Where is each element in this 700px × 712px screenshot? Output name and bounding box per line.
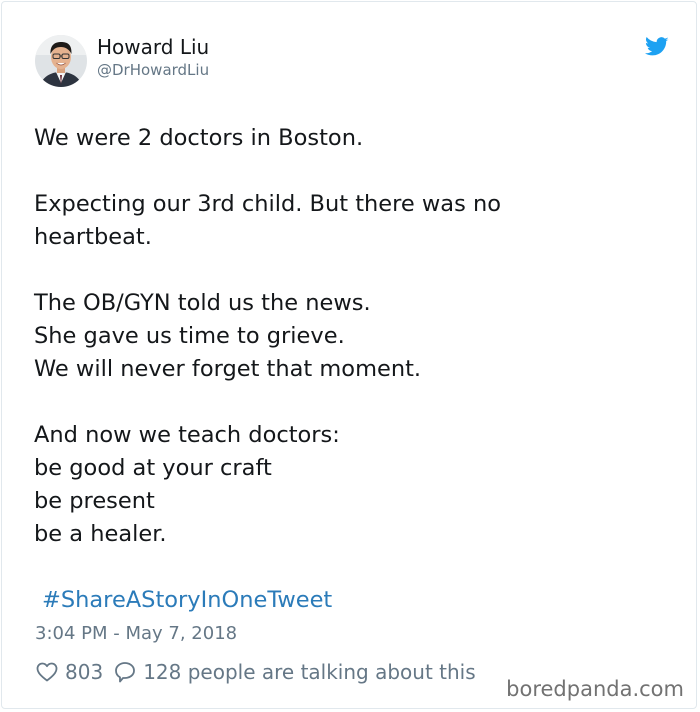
tweet-text: We were 2 doctors in Boston. Expecting o… <box>34 122 664 551</box>
like-count[interactable]: 803 <box>65 660 103 684</box>
twitter-bird-icon[interactable] <box>645 37 669 57</box>
tweet-line: She gave us time to grieve. <box>34 323 345 349</box>
conversation-text[interactable]: 128 people are talking about this <box>143 660 475 684</box>
tweet-actions: 803 128 people are talking about this <box>35 658 476 686</box>
tweet-line: be a healer. <box>34 521 167 547</box>
tweet-line: We will never forget that moment. <box>34 356 422 382</box>
tweet-line: be present <box>34 488 155 514</box>
tweet-line: We were 2 doctors in Boston. <box>34 125 364 151</box>
watermark: boredpanda.com <box>502 676 684 702</box>
speech-bubble-icon[interactable] <box>113 660 137 684</box>
tweet-card: Howard Liu @DrHowardLiu We were 2 doctor… <box>1 1 697 709</box>
tweet-timestamp[interactable]: 3:04 PM - May 7, 2018 <box>35 623 237 645</box>
author-avatar[interactable] <box>35 35 87 87</box>
tweet-line: And now we teach doctors: <box>34 422 340 448</box>
avatar-image <box>35 35 87 87</box>
tweet-line: be good at your craft <box>34 455 272 481</box>
tweet-line: Expecting our 3rd child. But there was n… <box>34 191 501 217</box>
tweet-line: heartbeat. <box>34 224 152 250</box>
heart-icon[interactable] <box>35 660 59 684</box>
hashtag-link[interactable]: #ShareAStoryInOneTweet <box>42 585 332 615</box>
author-handle[interactable]: @DrHowardLiu <box>97 61 209 79</box>
tweet-line: The OB/GYN told us the news. <box>34 290 371 316</box>
author-name[interactable]: Howard Liu <box>97 35 209 59</box>
